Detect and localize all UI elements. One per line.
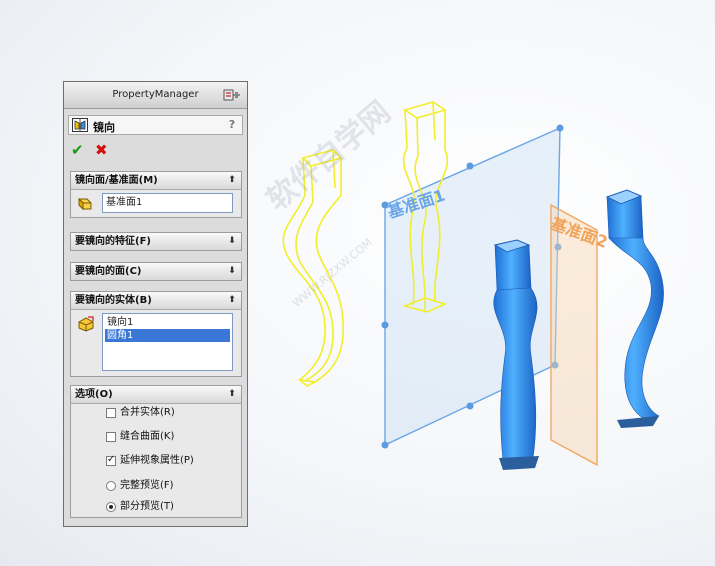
blue-leg-curved (605, 189, 664, 428)
feature-header: 镜向 ? (68, 115, 243, 135)
merge-solids-checkbox[interactable] (106, 408, 116, 418)
partial-preview-radio[interactable] (106, 502, 116, 512)
plane-1[interactable] (381, 124, 564, 449)
cancel-button[interactable]: ✖ (95, 142, 108, 158)
panel-title-bar: PropertyManager (64, 82, 247, 109)
solid-body-icon (78, 316, 94, 332)
options-group-header[interactable]: 选项(O) ⬆ (71, 386, 241, 404)
expand-icon[interactable]: ⬇ (226, 235, 238, 247)
partial-preview-label: 部分预览(T) (120, 501, 174, 512)
bodies-group-title: 要镜向的实体(B) (75, 295, 152, 306)
panel-title: PropertyManager (112, 89, 199, 100)
knit-surfaces-checkbox[interactable] (106, 432, 116, 442)
faces-group[interactable]: 要镜向的面(C) ⬇ (70, 262, 242, 281)
pin-icon[interactable] (223, 89, 241, 101)
mirror-plane-field[interactable]: 基准面1 (102, 193, 233, 213)
plane-icon (78, 197, 92, 211)
options-group: 选项(O) ⬆ (70, 385, 242, 518)
full-preview-radio[interactable] (106, 481, 116, 491)
list-item[interactable]: 镜向1 (105, 316, 230, 329)
collapse-icon[interactable]: ⬆ (226, 174, 238, 186)
propagate-visual-label: 延伸视象属性(P) (120, 455, 194, 466)
bodies-group-header[interactable]: 要镜向的实体(B) ⬆ (71, 292, 241, 310)
feature-name: 镜向 (93, 121, 115, 134)
faces-group-header[interactable]: 要镜向的面(C) ⬇ (71, 263, 241, 280)
merge-solids-label: 合并实体(R) (120, 407, 175, 418)
list-item-selected[interactable]: 圆角1 (105, 329, 230, 342)
mirror-plane-group-header[interactable]: 镜向面/基准面(M) ⬆ (71, 172, 241, 190)
collapse-icon[interactable]: ⬆ (226, 294, 238, 306)
property-manager-panel: PropertyManager 镜向 ? ✔ ✖ 镜向面/基准面(M) ⬆ 基准… (63, 81, 248, 527)
expand-icon[interactable]: ⬇ (226, 265, 238, 277)
propagate-visual-checkbox[interactable] (106, 454, 116, 466)
options-group-title: 选项(O) (75, 389, 113, 400)
ok-button[interactable]: ✔ (71, 142, 84, 158)
help-icon[interactable]: ? (226, 118, 238, 132)
features-group[interactable]: 要镜向的特征(F) ⬇ (70, 232, 242, 251)
mirror-plane-group-title: 镜向面/基准面(M) (75, 175, 158, 186)
faces-group-title: 要镜向的面(C) (75, 266, 142, 277)
bodies-list[interactable]: 镜向1 圆角1 (102, 313, 233, 371)
full-preview-label: 完整预览(F) (120, 480, 174, 491)
knit-surfaces-label: 缝合曲面(K) (120, 431, 175, 442)
features-group-header[interactable]: 要镜向的特征(F) ⬇ (71, 233, 241, 250)
bodies-group: 要镜向的实体(B) ⬆ 镜向1 圆角1 (70, 291, 242, 377)
features-group-title: 要镜向的特征(F) (75, 236, 151, 247)
collapse-icon[interactable]: ⬆ (226, 388, 238, 400)
mirror-feature-icon (72, 118, 88, 132)
mirror-plane-group: 镜向面/基准面(M) ⬆ 基准面1 (70, 171, 242, 218)
